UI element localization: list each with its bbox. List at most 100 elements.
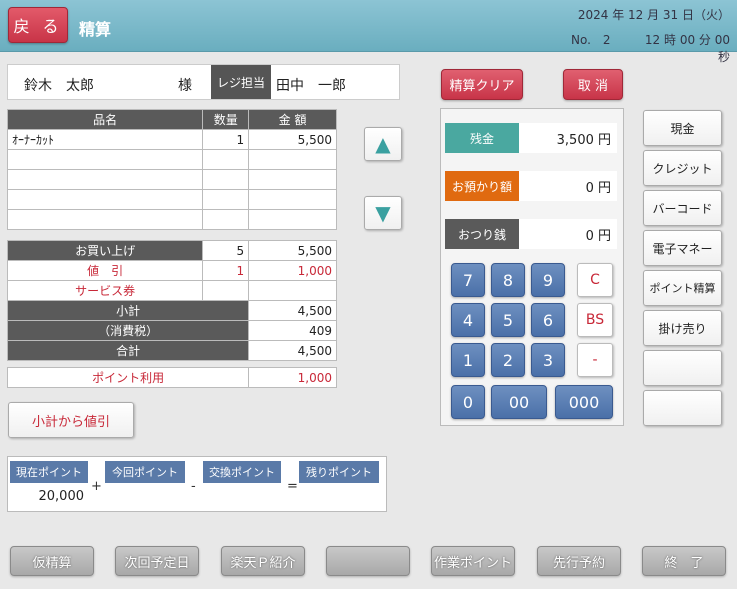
tax-value: 409 xyxy=(248,320,337,341)
table-row[interactable] xyxy=(6,149,337,170)
point-use-value: 1,000 xyxy=(248,367,337,388)
minus-sign: - xyxy=(191,479,196,494)
back-button[interactable]: 戻 る xyxy=(8,7,68,43)
date-display: 2024 年 12 月 31 日（火） xyxy=(577,8,730,22)
payment-panel: 残金 3,500 円 お預かり額 0 円 おつり銭 0 円 7 8 9 C 4 … xyxy=(440,108,624,426)
discount-from-subtotal-button[interactable]: 小計から値引 xyxy=(8,402,134,438)
key-2[interactable]: 2 xyxy=(491,343,525,377)
col-item-name: 品名 xyxy=(6,109,204,130)
change-label: おつり銭 xyxy=(445,219,519,249)
subtotal-value: 4,500 xyxy=(248,300,337,321)
change-value: 0 円 xyxy=(519,219,617,249)
blank-method-button-1[interactable] xyxy=(643,350,722,386)
item-qty: 1 xyxy=(202,129,250,150)
key-5[interactable]: 5 xyxy=(491,303,525,337)
cash-button[interactable]: 現金 xyxy=(643,110,722,146)
key-7[interactable]: 7 xyxy=(451,263,485,297)
point-payment-button[interactable]: ポイント精算 xyxy=(643,270,722,306)
discount-amount: 1,000 xyxy=(248,260,337,281)
credit-button[interactable]: クレジット xyxy=(643,150,722,186)
exchange-points-value[interactable] xyxy=(203,483,281,509)
key-8[interactable]: 8 xyxy=(491,263,525,297)
scroll-down-button[interactable]: ▼ xyxy=(364,196,402,230)
work-points-button[interactable]: 作業ポイント xyxy=(431,546,515,576)
purchase-label: お買い上げ xyxy=(6,240,204,261)
remaining-points-value xyxy=(299,483,379,509)
item-amount: 5,500 xyxy=(248,129,337,150)
key-9[interactable]: 9 xyxy=(531,263,565,297)
staff-name: 田中 一郎 xyxy=(276,78,346,94)
this-points: 今回ポイント xyxy=(105,461,185,509)
balance-label: 残金 xyxy=(445,123,519,153)
key-1[interactable]: 1 xyxy=(451,343,485,377)
scroll-up-button[interactable]: ▲ xyxy=(364,127,402,161)
remaining-points: 残りポイント xyxy=(299,461,379,509)
emoney-button[interactable]: 電子マネー xyxy=(643,230,722,266)
balance-value: 3,500 円 xyxy=(519,123,617,153)
item-table: 品名 数量 金 額 ｵｰﾅｰｶｯﾄ 1 5,500 xyxy=(6,109,337,230)
key-3[interactable]: 3 xyxy=(531,343,565,377)
this-points-value xyxy=(105,483,185,509)
exchange-points[interactable]: 交換ポイント xyxy=(203,461,281,509)
cancel-button[interactable]: 取 消 xyxy=(563,69,623,100)
key-4[interactable]: 4 xyxy=(451,303,485,337)
col-qty: 数量 xyxy=(202,109,250,130)
table-row[interactable] xyxy=(6,209,337,230)
key-0[interactable]: 0 xyxy=(451,385,485,419)
total-label: 合計 xyxy=(6,340,250,361)
discount-label: 値 引 xyxy=(6,260,204,281)
finish-button[interactable]: 終 了 xyxy=(642,546,726,576)
table-row[interactable] xyxy=(6,169,337,190)
register-number: No. 2 xyxy=(571,33,611,47)
table-row[interactable] xyxy=(6,189,337,210)
barcode-button[interactable]: バーコード xyxy=(643,190,722,226)
down-arrow-icon: ▼ xyxy=(375,201,391,225)
col-amount: 金 額 xyxy=(248,109,337,130)
deposit-value[interactable]: 0 円 xyxy=(519,171,617,201)
page-title: 精算 xyxy=(79,20,112,39)
time-display: 12 時 00 分 00 秒 xyxy=(644,33,730,64)
item-name: ｵｰﾅｰｶｯﾄ xyxy=(6,129,204,150)
this-points-label: 今回ポイント xyxy=(105,461,185,483)
customer-bar: 鈴木 太郎 様 レジ担当 田中 一郎 xyxy=(7,64,400,100)
balance-row: 残金 3,500 円 xyxy=(445,123,617,153)
pre-order-button[interactable]: 先行予約 xyxy=(537,546,621,576)
current-points-value: 20,000 xyxy=(10,483,88,509)
key-00[interactable]: 00 xyxy=(491,385,547,419)
equals-sign: = xyxy=(287,479,298,494)
plus-sign: + xyxy=(91,479,102,494)
point-use-label: ポイント利用 xyxy=(6,367,250,388)
current-points-label: 現在ポイント xyxy=(10,461,88,483)
blank-method-button-2[interactable] xyxy=(643,390,722,426)
customer-name: 鈴木 太郎 xyxy=(24,78,94,94)
coupon-label: サービス券 xyxy=(6,280,204,301)
discount-qty: 1 xyxy=(202,260,250,281)
up-arrow-icon: ▲ xyxy=(375,132,391,156)
key-minus[interactable]: - xyxy=(577,343,613,377)
provisional-checkout-button[interactable]: 仮精算 xyxy=(10,546,94,576)
clear-button[interactable]: 精算クリア xyxy=(441,69,523,100)
blank-bottom-button[interactable] xyxy=(326,546,410,576)
rakuten-referral-button[interactable]: 楽天Ｐ紹介 xyxy=(221,546,305,576)
points-panel: 現在ポイント 20,000 + 今回ポイント - 交換ポイント = 残りポイント xyxy=(7,456,387,512)
header-bar: 戻 る 精算 2024 年 12 月 31 日（火） No. 2 12 時 00… xyxy=(0,0,737,64)
tax-label: （消費税） xyxy=(6,320,250,341)
current-points: 現在ポイント 20,000 xyxy=(10,461,88,509)
next-appointment-button[interactable]: 次回予定日 xyxy=(115,546,199,576)
key-backspace[interactable]: BS xyxy=(577,303,613,337)
purchase-qty: 5 xyxy=(202,240,250,261)
point-use-table: ポイント利用 1,000 xyxy=(6,367,337,388)
total-value: 4,500 xyxy=(248,340,337,361)
summary-table: お買い上げ 5 5,500 値 引 1 1,000 サービス券 小計 4,500… xyxy=(6,240,337,361)
deposit-row[interactable]: お預かり額 0 円 xyxy=(445,171,617,201)
key-clear[interactable]: C xyxy=(577,263,613,297)
key-6[interactable]: 6 xyxy=(531,303,565,337)
exchange-points-label: 交換ポイント xyxy=(203,461,281,483)
change-row: おつり銭 0 円 xyxy=(445,219,617,249)
remaining-points-label: 残りポイント xyxy=(299,461,379,483)
credit-sale-button[interactable]: 掛け売り xyxy=(643,310,722,346)
subtotal-label: 小計 xyxy=(6,300,250,321)
table-row[interactable]: ｵｰﾅｰｶｯﾄ 1 5,500 xyxy=(6,129,337,150)
key-000[interactable]: 000 xyxy=(555,385,613,419)
deposit-label: お預かり額 xyxy=(445,171,519,201)
